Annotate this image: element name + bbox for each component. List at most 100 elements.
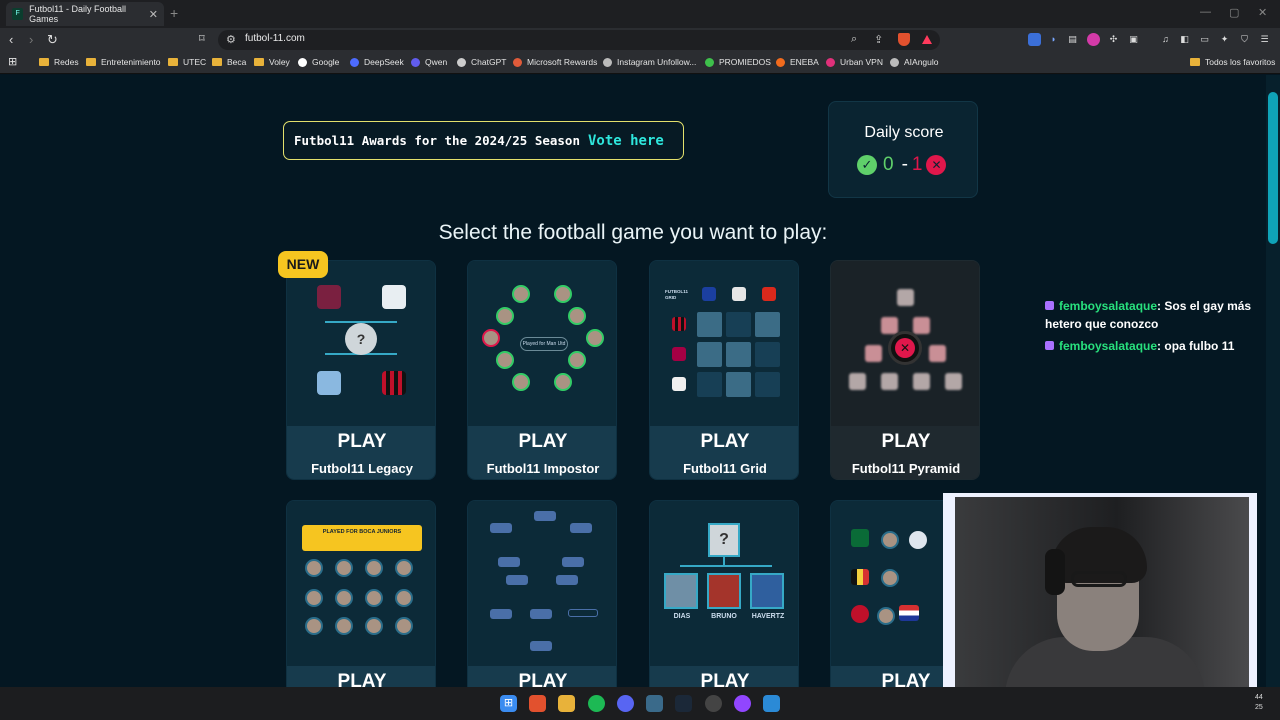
wallet-icon[interactable]: ▭ bbox=[1198, 33, 1211, 46]
club-crest-icon bbox=[562, 557, 584, 567]
translate-extension-icon[interactable]: ◗ bbox=[1047, 33, 1060, 46]
club-crest-icon bbox=[732, 287, 746, 301]
bookmark-item[interactable]: Beca bbox=[212, 57, 246, 67]
glasses-icon bbox=[1071, 571, 1127, 587]
puzzle-extensions-icon[interactable]: ✣ bbox=[1107, 33, 1120, 46]
awards-banner[interactable]: Futbol11 Awards for the 2024/25 Season V… bbox=[283, 121, 684, 160]
bookmark-item[interactable]: Qwen bbox=[411, 57, 447, 67]
bookmark-item[interactable]: ChatGPT bbox=[457, 57, 506, 67]
minimize-icon[interactable]: — bbox=[1200, 6, 1211, 18]
all-bookmarks[interactable]: Todos los favoritos bbox=[1190, 57, 1275, 67]
headset-icon bbox=[1045, 549, 1065, 595]
windows-start-icon[interactable]: ⊞ bbox=[500, 695, 517, 712]
bookmark-item[interactable]: DeepSeek bbox=[350, 57, 404, 67]
vpn-icon[interactable]: ⛉ bbox=[1238, 33, 1251, 46]
bookmark-item[interactable]: Google bbox=[298, 57, 339, 67]
bookmark-item[interactable]: ENEBA bbox=[776, 57, 819, 67]
bookmark-item[interactable]: AIAngulo bbox=[890, 57, 939, 67]
bookmark-page-icon[interactable]: ⌑ bbox=[199, 32, 205, 45]
player-photo bbox=[750, 573, 784, 609]
game-card-legacy[interactable]: ? PLAY Futbol11 Legacy bbox=[286, 260, 436, 480]
player-avatar bbox=[881, 569, 899, 587]
player-photo bbox=[707, 573, 741, 609]
apps-grid-icon[interactable]: ⊞ bbox=[8, 55, 17, 68]
media-icon[interactable]: ♫ bbox=[1159, 33, 1172, 46]
club-crest-icon bbox=[506, 575, 528, 585]
check-icon: ✓ bbox=[857, 155, 877, 175]
window-close-icon[interactable]: ✕ bbox=[1258, 6, 1267, 19]
game-card-played-for[interactable]: PLAYED FOR BOCA JUNIORS PLAY bbox=[286, 500, 436, 687]
game-name: Futbol11 Legacy bbox=[311, 461, 413, 476]
player-avatar bbox=[512, 373, 530, 391]
empty-slot bbox=[568, 609, 598, 617]
tab-close-icon[interactable]: ✕ bbox=[149, 8, 158, 21]
bookmark-item[interactable]: Microsoft Rewards bbox=[513, 57, 597, 67]
twitch-icon[interactable] bbox=[734, 695, 751, 712]
brave-icon[interactable] bbox=[529, 695, 546, 712]
extension-icon-1[interactable] bbox=[1028, 33, 1041, 46]
notepad-icon[interactable] bbox=[646, 695, 663, 712]
extension-icon-3[interactable]: ▤ bbox=[1066, 33, 1079, 46]
brave-shield-icon[interactable] bbox=[898, 33, 910, 46]
pyramid-tile bbox=[849, 373, 866, 390]
pyramid-tile bbox=[929, 345, 946, 362]
menu-icon[interactable]: ☰ bbox=[1258, 33, 1271, 46]
globe-icon bbox=[890, 57, 899, 67]
game-card-impostor[interactable]: Played for Man Utd PLAY Futbol11 Imposto… bbox=[467, 260, 617, 480]
game-card-tree[interactable]: ? DIAS BRUNO HAVERTZ PLAY bbox=[649, 500, 799, 687]
discord-icon[interactable] bbox=[617, 695, 634, 712]
pyramid-thumbnail: ✕ bbox=[831, 261, 979, 426]
player-avatar bbox=[365, 559, 383, 577]
brave-rewards-icon[interactable] bbox=[922, 35, 932, 44]
extension-icon-4[interactable] bbox=[1087, 33, 1100, 46]
new-badge: NEW bbox=[278, 251, 328, 278]
bookmark-item[interactable]: Redes bbox=[39, 57, 79, 67]
site-favicon-icon: F bbox=[12, 8, 24, 20]
sidebar-toggle-icon[interactable]: ◧ bbox=[1178, 33, 1191, 46]
app-icon[interactable] bbox=[763, 695, 780, 712]
steam-icon[interactable] bbox=[675, 695, 692, 712]
folder-icon bbox=[168, 58, 178, 66]
pyramid-tile bbox=[913, 373, 930, 390]
bookmark-item[interactable]: Urban VPN bbox=[826, 57, 883, 67]
game-card-lineup[interactable]: PLAY bbox=[467, 500, 617, 687]
browser-tab[interactable]: F Futbol11 - Daily Football Games ✕ bbox=[6, 2, 164, 26]
bookmark-item[interactable]: UTEC bbox=[168, 57, 206, 67]
game-card-grid[interactable]: FUTBOL11 GRID PLAY Futbol11 Grid bbox=[649, 260, 799, 480]
player-avatar bbox=[568, 307, 586, 325]
play-label: PLAY bbox=[700, 431, 750, 452]
back-icon[interactable]: ‹ bbox=[9, 32, 13, 47]
bookmark-item[interactable]: Voley bbox=[254, 57, 290, 67]
player-avatar bbox=[395, 559, 413, 577]
game-card-pyramid[interactable]: ✕ PLAY Futbol11 Pyramid bbox=[830, 260, 980, 480]
player-avatar bbox=[395, 589, 413, 607]
reload-icon[interactable]: ↻ bbox=[47, 32, 58, 48]
obs-icon[interactable] bbox=[705, 695, 722, 712]
chat-badge-icon bbox=[1045, 301, 1054, 310]
shirt-icon bbox=[382, 371, 406, 395]
zoom-icon[interactable]: ⌕ bbox=[851, 33, 857, 46]
scrollbar-thumb[interactable] bbox=[1268, 92, 1278, 244]
leo-ai-icon[interactable]: ✦ bbox=[1218, 33, 1231, 46]
player-avatar bbox=[586, 329, 604, 347]
grid-cell bbox=[755, 342, 780, 367]
url-text[interactable]: futbol-11.com bbox=[245, 33, 305, 44]
vote-link[interactable]: Vote here bbox=[588, 133, 664, 149]
address-bar[interactable]: ⚙ futbol-11.com ⌕ ⇪ bbox=[218, 30, 940, 50]
grid-cell bbox=[755, 372, 780, 397]
maximize-icon[interactable]: ▢ bbox=[1229, 6, 1239, 19]
site-info-icon[interactable]: ⚙ bbox=[226, 33, 236, 46]
share-icon[interactable]: ⇪ bbox=[874, 33, 883, 46]
extension-icon-6[interactable]: ▣ bbox=[1127, 33, 1140, 46]
spotify-icon[interactable] bbox=[588, 695, 605, 712]
player-avatar bbox=[335, 559, 353, 577]
cross-icon: ✕ bbox=[895, 338, 915, 358]
file-explorer-icon[interactable] bbox=[558, 695, 575, 712]
grid-cell bbox=[726, 342, 751, 367]
forward-icon[interactable]: › bbox=[29, 32, 33, 47]
bookmark-item[interactable]: PROMIEDOS bbox=[705, 57, 771, 67]
play-label: PLAY bbox=[337, 671, 387, 687]
new-tab-button[interactable]: + bbox=[170, 5, 178, 21]
bookmark-item[interactable]: Entretenimiento bbox=[86, 57, 161, 67]
bookmark-item[interactable]: Instagram Unfollow... bbox=[603, 57, 696, 67]
